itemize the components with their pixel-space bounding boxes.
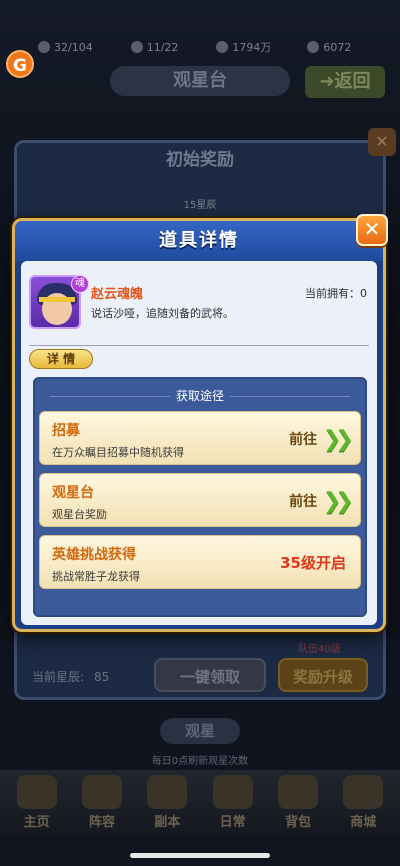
back-arrow-icon: ➜ bbox=[319, 71, 335, 92]
home-icon bbox=[16, 775, 57, 809]
nav-lineup[interactable]: 阵容 bbox=[75, 775, 129, 830]
source-subtitle: 在万众瞩目招募中随机获得 bbox=[52, 446, 184, 459]
daily-icon bbox=[212, 775, 253, 809]
source-row-observatory: 观星台 观星台奖励 前往 ❯❯ bbox=[39, 473, 361, 527]
divider bbox=[29, 345, 369, 346]
source-subtitle: 观星台奖励 bbox=[52, 508, 107, 521]
gem-icon bbox=[307, 41, 320, 53]
slots-resource: 11/22 bbox=[130, 41, 178, 54]
goto-observatory-button[interactable]: 前往 ❯❯ bbox=[289, 486, 354, 516]
source-title: 招募 bbox=[52, 423, 80, 439]
reward-panel-close-icon[interactable]: ✕ bbox=[368, 128, 396, 156]
backpack-icon bbox=[277, 775, 318, 809]
source-title: 英雄挑战获得 bbox=[52, 547, 136, 563]
double-chevron-right-icon: ❯❯ bbox=[323, 488, 354, 514]
source-row-recruit: 招募 在万众瞩目招募中随机获得 前往 ❯❯ bbox=[39, 411, 361, 465]
source-header: 获取途径 bbox=[33, 387, 367, 404]
goto-label: 前往 bbox=[289, 494, 318, 510]
nav-shop[interactable]: 商城 bbox=[336, 775, 390, 830]
source-title: 观星台 bbox=[52, 485, 94, 501]
goto-recruit-button[interactable]: 前往 ❯❯ bbox=[289, 424, 354, 454]
home-indicator[interactable] bbox=[130, 853, 270, 858]
star-tab-button[interactable]: 观星 bbox=[160, 718, 240, 744]
modal-body: 魂 赵云魂魄 说话沙哑，追随刘备的武将。 当前拥有：0 详 情 获取途径 招募 … bbox=[21, 261, 377, 625]
nav-home[interactable]: 主页 bbox=[10, 775, 64, 830]
item-detail-modal: 道具详情 魂 赵云魂魄 说话沙哑，追随刘备的武将。 当前拥有：0 详 情 获取途… bbox=[12, 218, 386, 632]
shop-icon bbox=[343, 775, 384, 809]
sword-icon bbox=[147, 775, 188, 809]
current-star: 当前星辰: 85 bbox=[32, 670, 110, 684]
bottom-navbar: 主页 阵容 副本 日常 背包 商城 bbox=[0, 770, 400, 836]
detail-tab[interactable]: 详 情 bbox=[29, 349, 93, 369]
unlock-level-text: 35级开启 bbox=[280, 554, 346, 572]
claim-all-button[interactable]: 一键领取 bbox=[154, 658, 266, 692]
nav-bag[interactable]: 背包 bbox=[271, 775, 325, 830]
stamina-resource: 32/104 bbox=[38, 41, 93, 54]
modal-title: 道具详情 bbox=[15, 221, 383, 261]
back-button[interactable]: ➜返回 bbox=[305, 66, 385, 98]
stamina-icon bbox=[38, 41, 50, 53]
portrait-headband bbox=[39, 297, 75, 302]
upgrade-reward-button[interactable]: 奖励升级 bbox=[278, 658, 368, 692]
coins-resource: 1794万 bbox=[216, 39, 271, 55]
item-name: 赵云魂魄 bbox=[91, 287, 144, 302]
source-subtitle: 挑战常胜子龙获得 bbox=[52, 570, 140, 583]
double-chevron-right-icon: ❯❯ bbox=[323, 426, 354, 452]
modal-close-button[interactable]: ✕ bbox=[356, 214, 388, 246]
reward-panel-title: 初始奖励 bbox=[166, 150, 234, 170]
resource-bar: 32/104 11/22 1794万 6072 bbox=[0, 36, 400, 58]
lineup-icon bbox=[81, 775, 122, 809]
app-logo-icon[interactable]: G bbox=[6, 50, 34, 78]
source-panel: 获取途径 招募 在万众瞩目招募中随机获得 前往 ❯❯ 观星台 观星台奖励 前往 … bbox=[33, 377, 367, 617]
source-row-hero-challenge: 英雄挑战获得 挑战常胜子龙获得 35级开启 bbox=[39, 535, 361, 589]
item-description: 说话沙哑，追随刘备的武将。 bbox=[91, 307, 234, 320]
coin-icon bbox=[216, 41, 229, 53]
star-label: 15星辰 bbox=[183, 200, 217, 211]
bag-icon bbox=[130, 41, 143, 53]
goto-label: 前往 bbox=[289, 432, 318, 448]
refresh-note: 每日0点刷新观星次数 bbox=[151, 756, 249, 767]
soul-badge-icon: 魂 bbox=[71, 275, 89, 293]
owned-count: 当前拥有：0 bbox=[305, 287, 367, 300]
page-title: 观星台 bbox=[110, 66, 290, 96]
nav-dungeon[interactable]: 副本 bbox=[140, 775, 194, 830]
nav-daily[interactable]: 日常 bbox=[206, 775, 260, 830]
gems-resource: 6072 bbox=[307, 41, 351, 54]
quota-text: 队伍40级 bbox=[298, 644, 341, 655]
